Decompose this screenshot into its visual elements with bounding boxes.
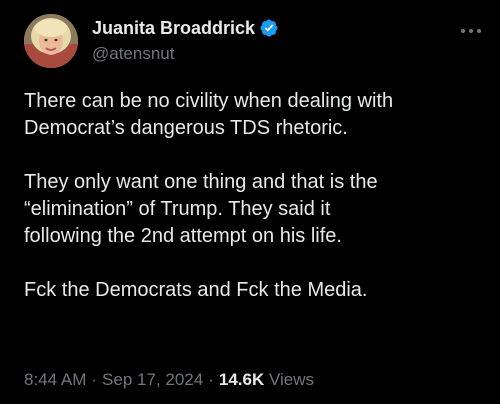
author-display-name[interactable]: Juanita Broaddrick: [92, 18, 255, 39]
tweet-time[interactable]: 8:44 AM: [24, 370, 86, 389]
tweet-paragraph: There can be no civility when dealing wi…: [24, 88, 484, 142]
more-options-icon[interactable]: [460, 22, 482, 33]
tweet-meta: 8:44 AM · Sep 17, 2024 · 14.6K Views: [24, 370, 314, 390]
tweet-line: There can be no civility when dealing wi…: [24, 90, 394, 112]
meta-separator: ·: [91, 370, 98, 389]
tweet-line: Democrat’s dangerous TDS rhetoric.: [24, 117, 348, 139]
tweet-date[interactable]: Sep 17, 2024: [102, 370, 203, 389]
author-avatar[interactable]: [24, 14, 78, 68]
tweet-line: “elimination” of Trump. They said it: [24, 198, 331, 220]
avatar-image: [24, 14, 78, 68]
tweet-card: Juanita Broaddrick @atensnut There can b…: [0, 0, 500, 404]
tweet-line: They only want one thing and that is the: [24, 171, 378, 193]
tweet-line: Fck the Democrats and Fck the Media.: [24, 279, 368, 301]
author-handle[interactable]: @atensnut: [92, 44, 279, 64]
views-count: 14.6K: [218, 370, 265, 389]
tweet-line: following the 2nd attempt on his life.: [24, 225, 342, 247]
views-label: Views: [268, 370, 315, 389]
author-name-row: Juanita Broaddrick: [92, 16, 279, 40]
tweet-paragraph: Fck the Democrats and Fck the Media.: [24, 277, 484, 304]
verified-badge-icon[interactable]: [259, 18, 279, 38]
tweet-text: There can be no civility when dealing wi…: [24, 88, 484, 331]
author-info: Juanita Broaddrick @atensnut: [92, 16, 279, 64]
tweet-paragraph: They only want one thing and that is the…: [24, 169, 484, 250]
meta-separator: ·: [208, 370, 214, 389]
